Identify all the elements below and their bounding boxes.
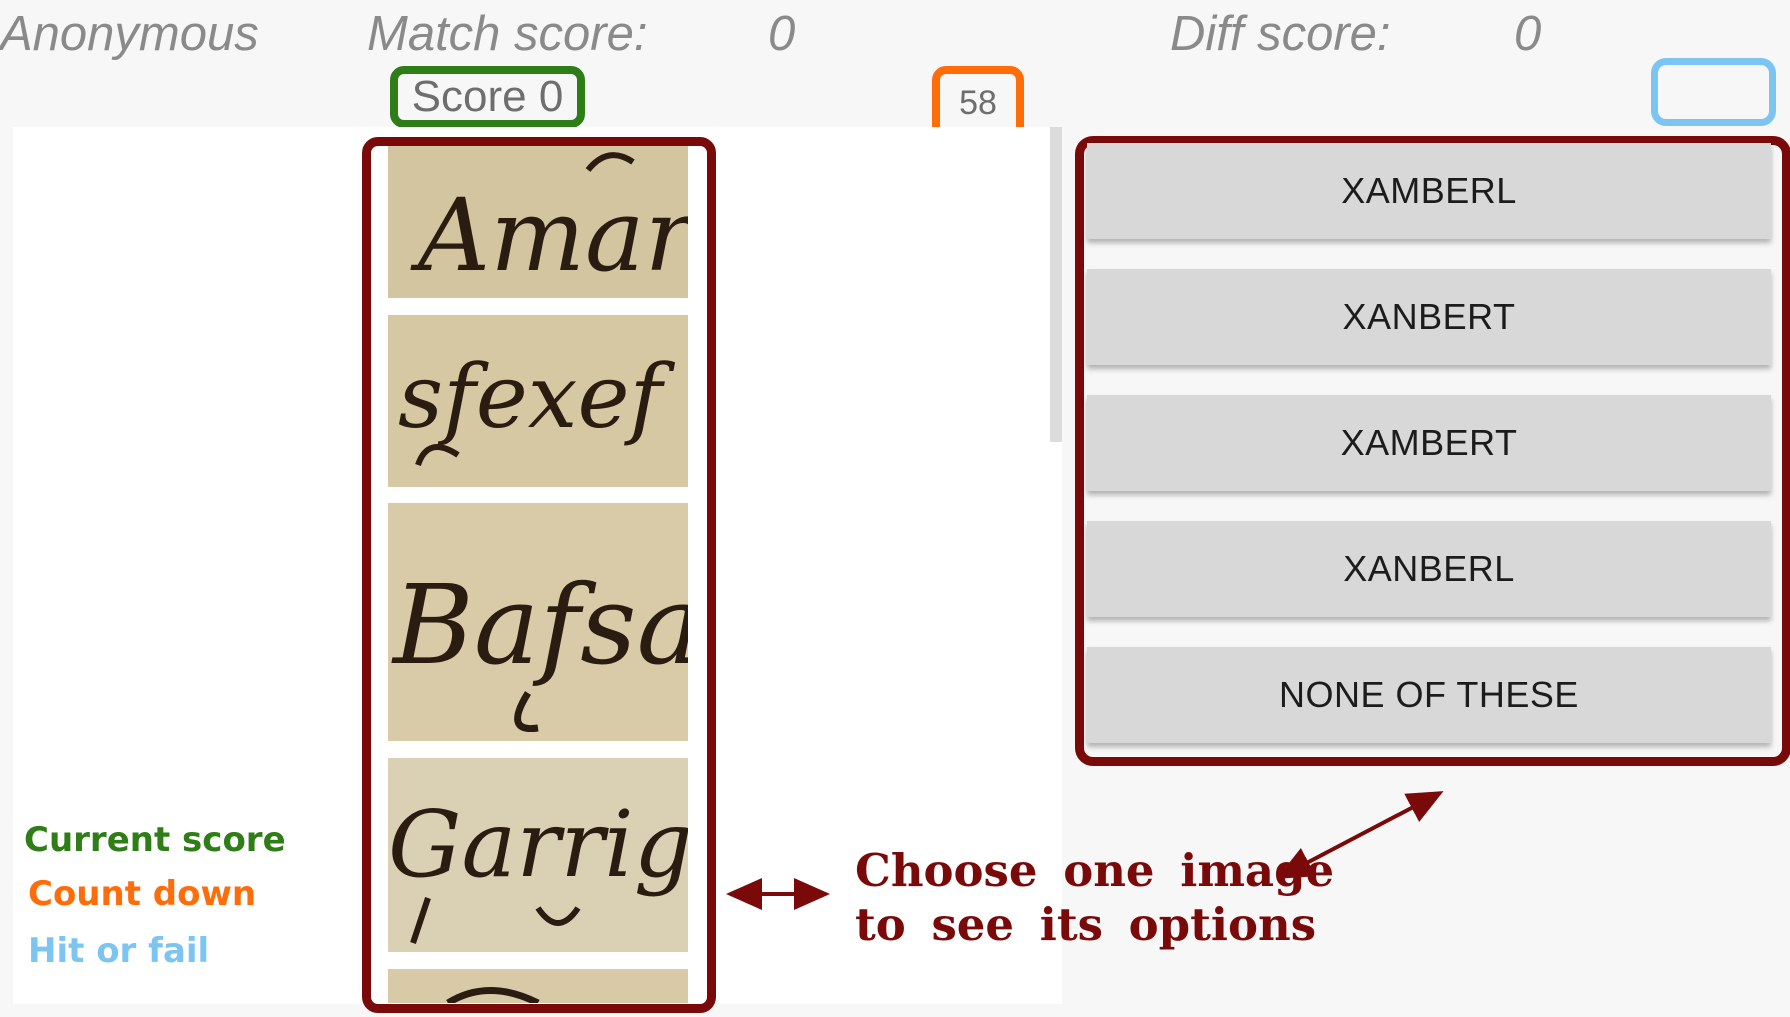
double-arrow-options xyxy=(1276,791,1444,879)
annotation-arrows xyxy=(726,791,1444,910)
